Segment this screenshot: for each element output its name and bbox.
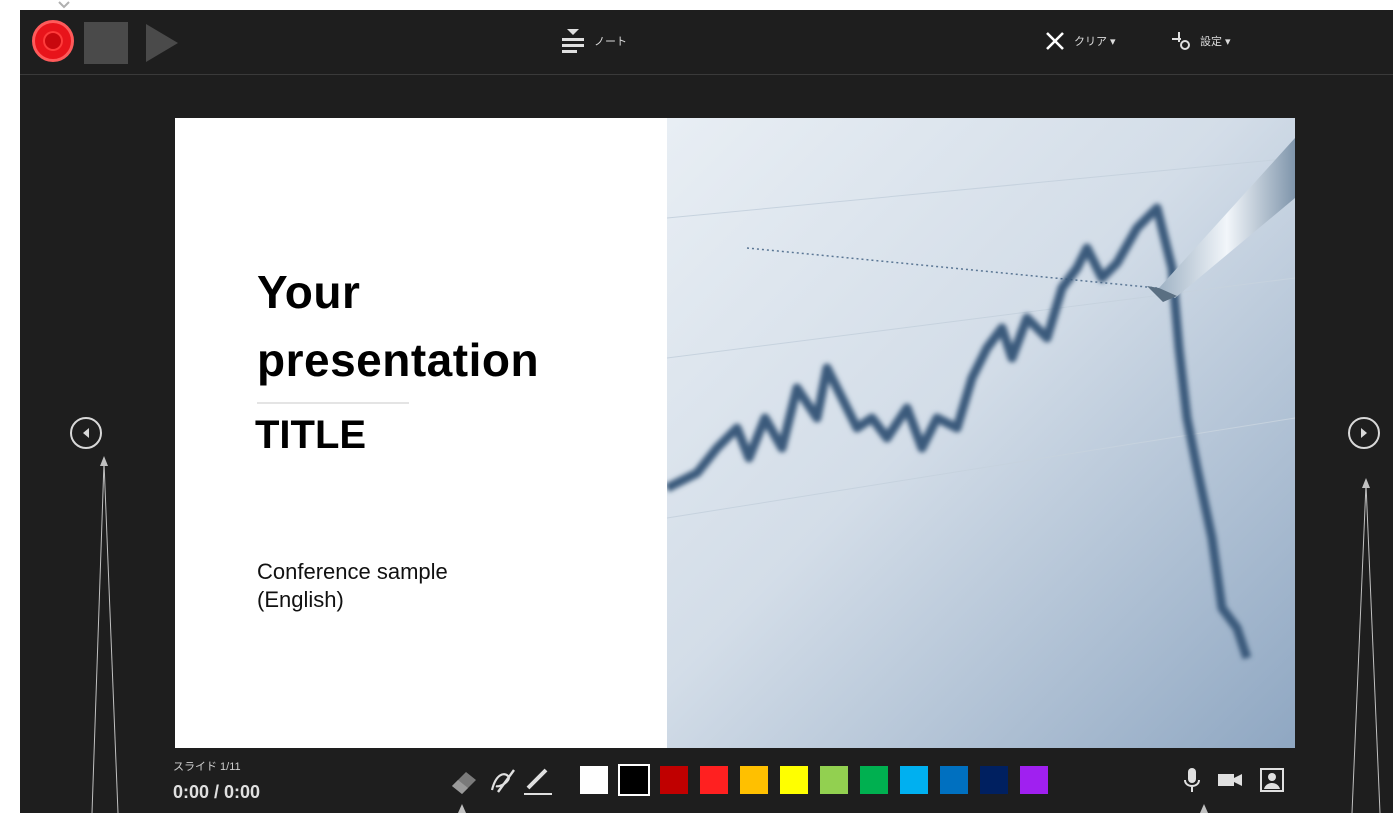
callout-lines [91, 456, 1381, 813]
chevron-down-icon [58, 1, 70, 9]
slide-recording-window: ノート クリア ▾ 設定 ▾ Your presentation TITLE C… [20, 10, 1393, 813]
